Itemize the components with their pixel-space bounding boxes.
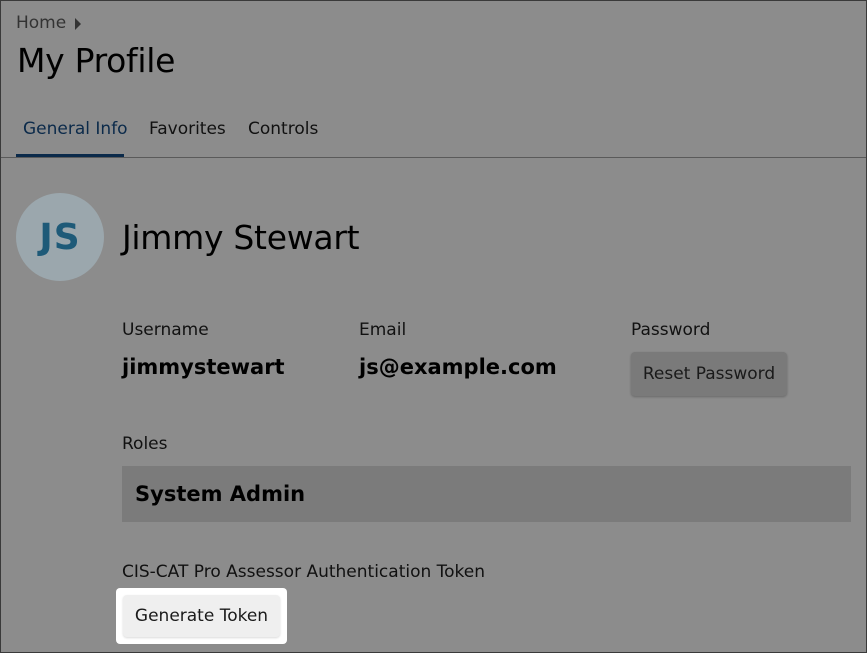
role-item: System Admin [135, 482, 306, 506]
avatar-initials: JS [39, 216, 81, 258]
tab-general-info[interactable]: General Info [23, 119, 128, 139]
breadcrumb: Home [16, 13, 82, 33]
user-full-name: Jimmy Stewart [122, 218, 360, 257]
roles-label: Roles [122, 434, 168, 454]
caret-right-icon [75, 17, 82, 30]
breadcrumb-home-link[interactable]: Home [16, 13, 66, 33]
tab-bar: General Info Favorites Controls [1, 107, 866, 158]
password-label: Password [631, 320, 711, 340]
username-value: jimmystewart [122, 355, 285, 379]
page-title: My Profile [17, 41, 176, 80]
generate-token-button[interactable]: Generate Token [123, 595, 280, 637]
username-label: Username [122, 320, 209, 340]
avatar: JS [16, 193, 104, 281]
tab-favorites[interactable]: Favorites [149, 119, 226, 139]
tab-controls[interactable]: Controls [248, 119, 318, 139]
profile-page: Home My Profile General Info Favorites C… [0, 0, 867, 653]
token-label: CIS-CAT Pro Assessor Authentication Toke… [122, 562, 486, 582]
active-tab-indicator [16, 154, 124, 157]
email-label: Email [359, 320, 407, 340]
reset-password-button[interactable]: Reset Password [631, 352, 787, 396]
email-value: js@example.com [359, 355, 557, 379]
roles-list: System Admin [122, 466, 851, 522]
